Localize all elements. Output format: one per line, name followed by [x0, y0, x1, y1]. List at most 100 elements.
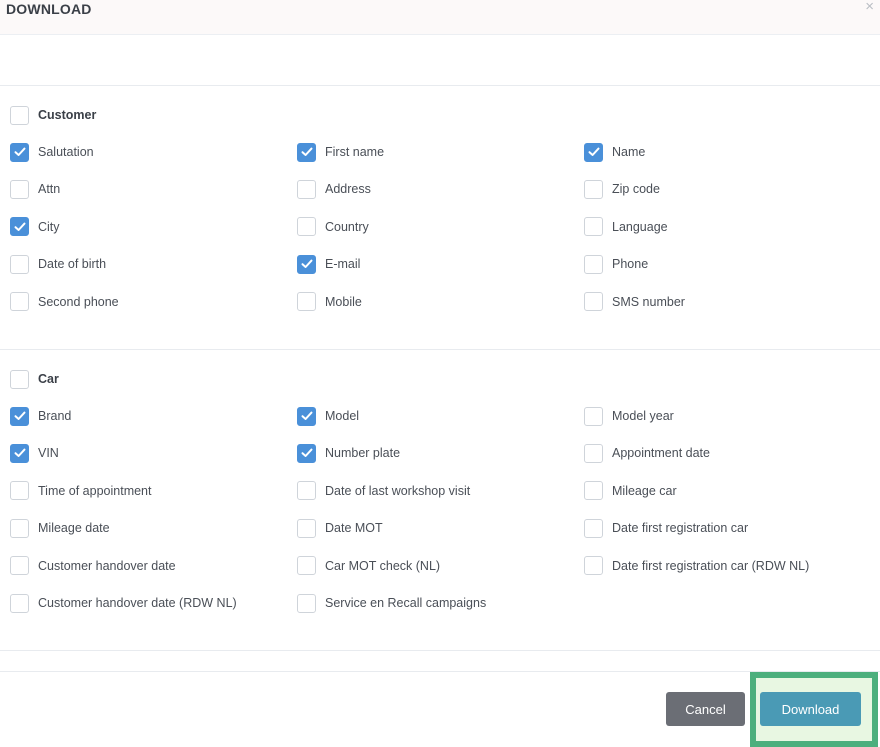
checkbox-label: E-mail	[325, 257, 361, 272]
checkbox-label: VIN	[38, 446, 59, 461]
checkbox-vin[interactable]: VIN	[10, 443, 59, 463]
checkbox-checked-icon[interactable]	[10, 217, 29, 237]
checkbox-unchecked-icon[interactable]	[297, 556, 316, 576]
checkbox-label: Customer handover date (RDW NL)	[38, 596, 237, 610]
checkbox-label: Country	[325, 219, 369, 234]
checkbox-sms-number[interactable]: SMS number	[584, 292, 685, 312]
checkbox-unchecked-icon[interactable]	[584, 443, 603, 463]
checkbox-label: Mileage date	[38, 521, 110, 536]
checkbox-model[interactable]: Model	[297, 406, 359, 426]
dialog-title: DOWNLOAD	[6, 1, 92, 17]
checkbox-service-en-recall-campaigns[interactable]: Service en Recall campaigns	[297, 593, 486, 613]
checkbox-label: Service en Recall campaigns	[325, 596, 487, 610]
checkbox-unchecked-icon[interactable]	[10, 518, 29, 538]
checkbox-mileage-date[interactable]: Mileage date	[10, 518, 110, 538]
checkbox-unchecked-icon[interactable]	[10, 481, 29, 501]
checkbox-customer-handover-date[interactable]: Customer handover date	[10, 556, 176, 576]
checkbox-label: Model year	[612, 409, 674, 423]
checkbox-model-year[interactable]: Model year	[584, 406, 674, 426]
checkbox-language[interactable]: Language	[584, 217, 668, 237]
checkbox-checked-icon[interactable]	[297, 406, 316, 426]
checkbox-unchecked-icon[interactable]	[584, 481, 603, 501]
checkbox-label: Number plate	[325, 446, 401, 461]
checkbox-country[interactable]: Country	[297, 217, 369, 237]
checkbox-brand[interactable]: Brand	[10, 406, 71, 426]
checkbox-second-phone[interactable]: Second phone	[10, 292, 119, 312]
checkbox-label: Car	[38, 372, 59, 386]
checkbox-checked-icon[interactable]	[584, 142, 603, 162]
checkbox-checked-icon[interactable]	[297, 254, 316, 274]
checkbox-checked-icon[interactable]	[10, 142, 29, 162]
checkbox-label: Customer	[38, 108, 97, 122]
checkbox-unchecked-icon[interactable]	[584, 254, 603, 274]
checkbox-unchecked-icon[interactable]	[297, 179, 316, 199]
checkbox-label: Model	[325, 409, 360, 423]
checkbox-label: Appointment date	[612, 446, 710, 461]
checkbox-unchecked-icon[interactable]	[584, 292, 603, 312]
checkbox-label: Date first registration car	[612, 521, 749, 536]
checkbox-checked-icon[interactable]	[10, 443, 29, 463]
checkbox-checked-icon[interactable]	[10, 406, 29, 426]
checkbox-date-of-birth[interactable]: Date of birth	[10, 254, 106, 274]
checkbox-date-mot[interactable]: Date MOT	[297, 518, 383, 538]
checkbox-unchecked-icon[interactable]	[10, 593, 29, 613]
close-icon[interactable]: ×	[865, 0, 874, 14]
cancel-button[interactable]: Cancel	[666, 692, 745, 726]
checkbox-label: Time of appointment	[38, 483, 152, 498]
checkbox-label: City	[38, 219, 60, 234]
checkbox-checked-icon[interactable]	[297, 443, 316, 463]
divider	[0, 85, 880, 86]
checkbox-mileage-car[interactable]: Mileage car	[584, 481, 677, 501]
checkbox-mobile[interactable]: Mobile	[297, 292, 362, 312]
checkbox-unchecked-icon[interactable]	[584, 406, 603, 426]
checkbox-zip-code[interactable]: Zip code	[584, 179, 660, 199]
checkbox-label: Salutation	[38, 145, 94, 159]
checkbox-unchecked-icon[interactable]	[10, 292, 29, 312]
checkbox-first-name[interactable]: First name	[297, 142, 384, 162]
checkbox-phone[interactable]: Phone	[584, 254, 648, 274]
checkbox-label: Address	[325, 182, 371, 197]
divider	[0, 650, 880, 651]
checkbox-unchecked-icon[interactable]	[297, 593, 316, 613]
checkbox-unchecked-icon[interactable]	[10, 369, 29, 389]
checkbox-name[interactable]: Name	[584, 142, 645, 162]
checkbox-car[interactable]: Car	[10, 369, 59, 389]
checkbox-label: Date of last workshop visit	[325, 483, 471, 498]
checkbox-appointment-date[interactable]: Appointment date	[584, 443, 710, 463]
checkbox-unchecked-icon[interactable]	[297, 518, 316, 538]
checkbox-unchecked-icon[interactable]	[10, 105, 29, 125]
checkbox-label: Mobile	[325, 294, 362, 309]
checkbox-unchecked-icon[interactable]	[297, 292, 316, 312]
checkbox-date-of-last-workshop-visit[interactable]: Date of last workshop visit	[297, 481, 470, 501]
checkbox-label: Mileage car	[612, 483, 677, 498]
checkbox-date-first-registration-car[interactable]: Date first registration car	[584, 518, 748, 538]
checkbox-label: Attn	[38, 182, 61, 197]
checkbox-address[interactable]: Address	[297, 179, 371, 199]
checkbox-unchecked-icon[interactable]	[584, 518, 603, 538]
checkbox-unchecked-icon[interactable]	[10, 254, 29, 274]
checkbox-label: Date of birth	[38, 257, 107, 272]
checkbox-customer-handover-date-rdw-nl[interactable]: Customer handover date (RDW NL)	[10, 593, 237, 613]
checkbox-unchecked-icon[interactable]	[584, 217, 603, 237]
checkbox-unchecked-icon[interactable]	[584, 556, 603, 576]
checkbox-car-mot-check-nl[interactable]: Car MOT check (NL)	[297, 556, 440, 576]
checkbox-city[interactable]: City	[10, 217, 60, 237]
checkbox-time-of-appointment[interactable]: Time of appointment	[10, 481, 151, 501]
checkbox-checked-icon[interactable]	[297, 142, 316, 162]
checkbox-unchecked-icon[interactable]	[584, 179, 603, 199]
divider	[0, 349, 880, 350]
download-button[interactable]: Download	[760, 692, 861, 726]
checkbox-label: Brand	[38, 409, 72, 423]
checkbox-unchecked-icon[interactable]	[10, 179, 29, 199]
checkbox-unchecked-icon[interactable]	[10, 556, 29, 576]
footer-divider	[0, 671, 880, 672]
checkbox-e-mail[interactable]: E-mail	[297, 254, 360, 274]
checkbox-unchecked-icon[interactable]	[297, 481, 316, 501]
checkbox-label: Customer handover date	[38, 558, 176, 573]
checkbox-unchecked-icon[interactable]	[297, 217, 316, 237]
checkbox-attn[interactable]: Attn	[10, 179, 60, 199]
checkbox-salutation[interactable]: Salutation	[10, 142, 94, 162]
checkbox-number-plate[interactable]: Number plate	[297, 443, 400, 463]
checkbox-date-first-registration-car-rdw-nl[interactable]: Date first registration car (RDW NL)	[584, 556, 809, 576]
checkbox-customer[interactable]: Customer	[10, 105, 96, 125]
